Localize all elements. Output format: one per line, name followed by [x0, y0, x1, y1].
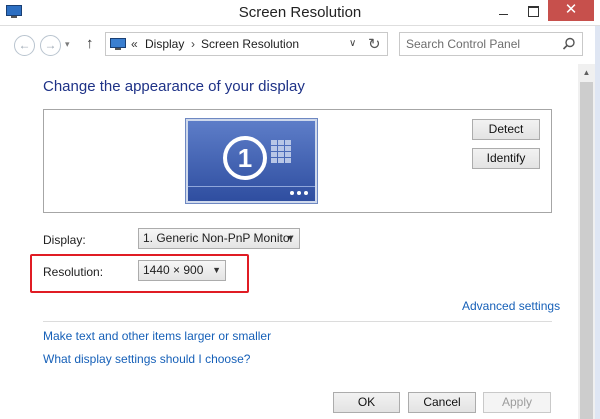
display-select-value: 1. Generic Non-PnP Monitor: [143, 231, 294, 245]
close-button[interactable]: ✕: [548, 0, 594, 21]
breadcrumb-separator[interactable]: ›: [191, 37, 195, 51]
resolution-select-value: 1440 × 900: [143, 263, 204, 277]
content-pane: Change the appearance of your display 1 …: [0, 64, 600, 419]
identify-button[interactable]: Identify: [472, 148, 540, 169]
vertical-scrollbar[interactable]: ▲: [578, 64, 595, 419]
refresh-icon[interactable]: ↻: [368, 35, 381, 53]
detect-button[interactable]: Detect: [472, 119, 540, 140]
chevron-down-icon: ▼: [286, 233, 295, 243]
display-settings-help-link[interactable]: What display settings should I choose?: [43, 352, 250, 366]
search-icon[interactable]: [562, 37, 576, 51]
cancel-button[interactable]: Cancel: [408, 392, 476, 413]
display-select[interactable]: 1. Generic Non-PnP Monitor ▼: [138, 228, 300, 249]
recent-pages-dropdown[interactable]: ▾: [65, 39, 70, 50]
maximize-button[interactable]: [519, 0, 547, 22]
monitor-number-label: 1: [238, 143, 252, 173]
forward-button[interactable]: →: [40, 35, 61, 56]
display-label: Display:: [43, 233, 86, 247]
search-input[interactable]: [406, 37, 556, 51]
breadcrumb-overflow[interactable]: «: [131, 37, 138, 51]
apply-button[interactable]: Apply: [483, 392, 551, 413]
breadcrumb-screen-resolution[interactable]: Screen Resolution: [201, 37, 299, 51]
control-panel-icon: [110, 38, 126, 50]
resolution-select[interactable]: 1440 × 900 ▼: [138, 260, 226, 281]
monitor-1-thumbnail[interactable]: 1: [185, 118, 318, 204]
scrollbar-thumb[interactable]: [580, 82, 593, 419]
back-button[interactable]: ←: [14, 35, 35, 56]
resolution-label: Resolution:: [43, 265, 104, 279]
monitor-preview-panel: 1 Detect Identify: [43, 109, 552, 213]
breadcrumb-display[interactable]: Display: [145, 37, 184, 51]
text-size-link[interactable]: Make text and other items larger or smal…: [43, 329, 271, 343]
ok-button[interactable]: OK: [333, 392, 400, 413]
page-title: Change the appearance of your display: [43, 78, 305, 95]
chevron-down-icon: ▼: [212, 265, 221, 275]
title-bar: Screen Resolution ✕: [0, 0, 600, 26]
up-button[interactable]: ↑: [86, 35, 94, 52]
advanced-settings-link[interactable]: Advanced settings: [462, 299, 560, 313]
window-frame-edge: [595, 26, 600, 419]
address-history-dropdown[interactable]: ∨: [349, 38, 356, 49]
scroll-up-arrow-icon[interactable]: ▲: [578, 64, 595, 81]
minimize-button[interactable]: [488, 0, 518, 22]
navigation-bar: ← → ▾ ↑ « Display › Screen Resolution ∨ …: [0, 26, 600, 64]
divider: [43, 321, 552, 322]
address-bar[interactable]: « Display › Screen Resolution ∨ ↻: [105, 32, 388, 56]
search-box[interactable]: [399, 32, 583, 56]
